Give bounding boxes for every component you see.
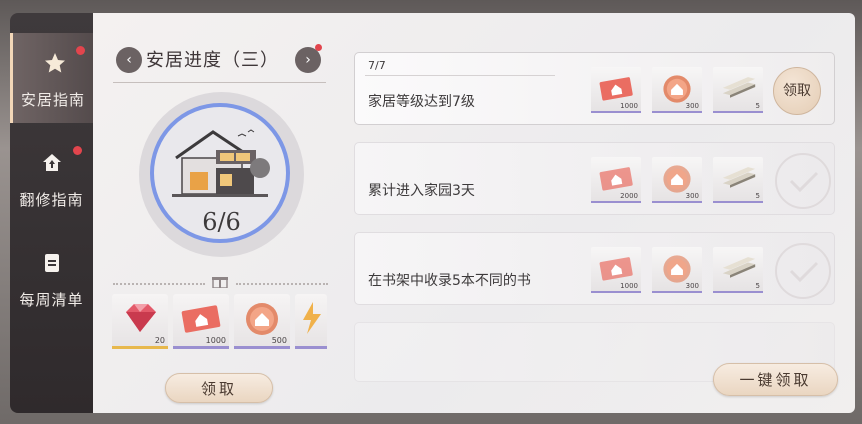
task-reward-coin[interactable]: 300 [652,247,702,293]
claimed-check-icon [775,243,831,299]
gift-icon [212,277,228,288]
notification-dot [76,46,85,55]
rarity-bar [713,201,763,203]
rarity-bar [652,201,702,203]
task-reward-ticket[interactable]: 1000 [591,67,641,113]
rarity-bar [173,346,229,349]
wood-plank-icon [722,77,756,98]
rarity-bar [112,346,168,349]
reward-quantity: 300 [685,192,699,200]
sidebar-item-label: 翻修指南 [19,191,84,209]
house-ticket-icon [599,77,633,101]
wood-plank-icon [722,167,756,188]
house-coin-icon [246,303,278,335]
rarity-bar [652,111,702,113]
sidebar-item-renovate-guide[interactable]: 翻修指南 [10,133,93,223]
reward-item-energy[interactable] [295,294,327,349]
task-reward-ticket[interactable]: 1000 [591,247,641,293]
reward-quantity: 300 [685,282,699,290]
progress-divider [365,75,555,76]
task-reward-planks[interactable]: 5 [713,247,763,293]
reward-quantity: 5 [755,102,760,110]
task-claim-button[interactable]: 领取 [773,67,821,115]
house-coin-icon [663,75,691,103]
house-ticket-icon [599,167,633,191]
reward-quantity: 300 [685,102,699,110]
house-ticket-icon [181,305,221,333]
reward-quantity: 20 [154,336,165,345]
sidebar-item-settle-guide[interactable]: 安居指南 [10,33,93,123]
house-illustration [172,129,270,197]
sidebar-item-weekly-list[interactable]: 每周清单 [10,233,93,323]
progress-count: 6/6 [202,208,241,236]
task-reward-planks[interactable]: 5 [713,67,763,113]
task-card: 累计进入家园3天 2000 300 5 [354,142,835,215]
task-reward-coin[interactable]: 300 [652,67,702,113]
task-description: 家居等级达到7级 [368,94,475,110]
chevron-right-icon: › [305,52,311,68]
rarity-bar [652,291,702,293]
task-card: 7/7 家居等级达到7级 1000 300 5 领取 [354,52,835,125]
rarity-bar [591,201,641,203]
task-progress: 7/7 [368,59,386,72]
claimed-check-icon [775,153,831,209]
sidebar-item-label: 每周清单 [19,291,84,309]
rarity-bar [713,291,763,293]
reward-quantity: 1000 [620,102,638,110]
reward-quantity: 2000 [620,192,638,200]
reward-quantity: 5 [755,282,760,290]
reward-quantity: 5 [755,192,760,200]
reward-quantity: 500 [271,336,287,345]
home-up-icon [43,154,61,171]
claim-progress-reward-button[interactable]: 领取 [165,373,273,403]
divider [236,283,328,285]
house-coin-icon [663,165,691,193]
task-description: 累计进入家园3天 [368,183,475,199]
rarity-bar [295,346,327,349]
sidebar: 安居指南 翻修指南 每周清单 [10,13,93,413]
lightning-icon [303,302,321,334]
divider [113,283,205,285]
task-reward-ticket[interactable]: 2000 [591,157,641,203]
sidebar-item-label: 安居指南 [20,91,85,109]
claim-all-button[interactable]: 一键领取 [713,363,838,396]
rarity-bar [591,291,641,293]
task-description: 在书架中收录5本不同的书 [368,273,531,289]
rarity-bar [591,111,641,113]
rarity-bar [713,111,763,113]
reward-item-gem[interactable]: 20 [112,294,168,349]
list-icon [45,254,59,272]
wood-plank-icon [722,257,756,278]
house-coin-icon [663,255,691,283]
house-ticket-icon [599,257,633,281]
prev-stage-button[interactable]: ‹ [116,47,142,73]
chevron-left-icon: ‹ [126,52,132,68]
star-icon [45,53,65,73]
reward-item-coin[interactable]: 500 [234,294,290,349]
notification-dot [315,44,322,51]
reward-item-ticket[interactable]: 1000 [173,294,229,349]
progress-title: 安居进度（三） [146,50,279,71]
rarity-bar [234,346,290,349]
title-divider [113,82,326,83]
task-card: 在书架中收录5本不同的书 1000 300 5 [354,232,835,305]
reward-quantity: 1000 [620,282,638,290]
notification-dot [73,146,82,155]
reward-quantity: 1000 [205,336,226,345]
task-reward-coin[interactable]: 300 [652,157,702,203]
gem-icon [126,304,156,332]
task-reward-planks[interactable]: 5 [713,157,763,203]
